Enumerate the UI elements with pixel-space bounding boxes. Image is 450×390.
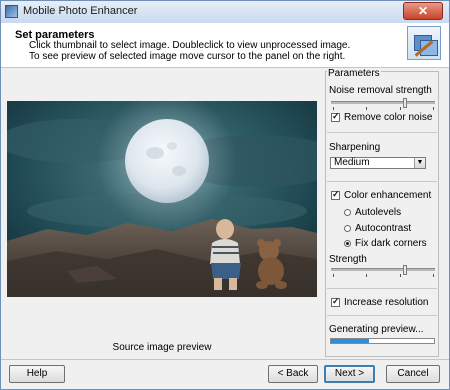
preview-caption: Source image preview [112,342,212,353]
progress-fill [331,339,370,343]
strength-thumb[interactable] [403,265,407,275]
close-button[interactable]: ✕ [403,2,443,20]
parameters-legend: Parameters [327,68,381,79]
increase-resolution-label: Increase resolution [344,297,429,308]
radio-autolevels-label: Autolevels [355,207,402,218]
radio-autocontrast-label: Autocontrast [355,223,412,234]
remove-color-noise-checkbox[interactable] [331,111,340,122]
increase-resolution-checkbox[interactable] [331,296,340,307]
radio-fix-dark-corners[interactable] [344,240,351,247]
strength-slider[interactable] [331,265,435,277]
generating-preview-label: Generating preview... [329,324,424,335]
radio-autocontrast[interactable] [344,225,351,232]
divider [327,315,437,316]
sharpening-select[interactable]: Medium ▼ [330,157,426,169]
radio-fix-dark-corners-label: Fix dark corners [355,238,427,249]
divider [327,132,437,133]
moon [125,119,209,203]
preview-photo [7,101,317,297]
source-image-preview[interactable] [7,101,317,297]
radio-autolevels[interactable] [344,209,351,216]
sharpening-value: Medium [334,157,370,168]
chevron-down-icon[interactable]: ▼ [414,158,425,168]
noise-removal-thumb[interactable] [403,98,407,108]
cancel-button[interactable]: Cancel [386,365,440,383]
photo-enhance-icon [407,26,441,60]
strength-label: Strength [329,254,367,265]
back-button[interactable]: < Back [268,365,318,383]
noise-removal-label: Noise removal strength [329,85,432,96]
color-enhancement-checkbox[interactable] [331,189,340,200]
preview-progress-bar [330,338,435,344]
help-button[interactable]: Help [9,365,65,383]
app-window: Mobile Photo Enhancer ✕ Set parameters C… [0,0,450,390]
noise-removal-slider[interactable] [331,98,435,110]
footer-divider [1,359,449,360]
divider [327,288,437,289]
wizard-header: Set parameters Click thumbnail to select… [1,23,449,68]
window-title: Mobile Photo Enhancer [23,5,138,17]
header-instruction-2: To see preview of selected image move cu… [29,51,346,62]
header-instruction-1: Click thumbnail to select image. Doublec… [29,40,351,51]
sharpening-label: Sharpening [329,142,381,153]
color-enhancement-label: Color enhancement [344,190,432,201]
title-bar: Mobile Photo Enhancer ✕ [1,1,449,24]
remove-color-noise-label: Remove color noise [344,112,433,123]
next-button[interactable]: Next > [324,365,375,383]
app-icon [5,5,18,18]
divider [327,181,437,182]
